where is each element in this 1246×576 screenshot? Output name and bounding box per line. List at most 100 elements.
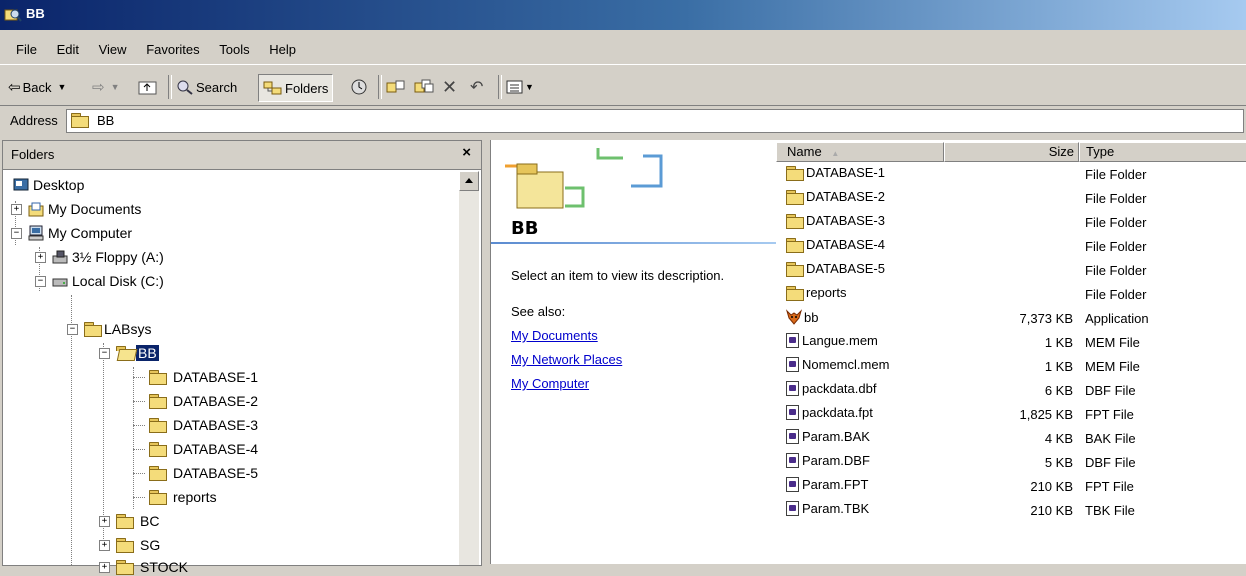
- up-folder-button[interactable]: [138, 77, 158, 97]
- folders-toggle-button[interactable]: Folders: [258, 74, 334, 102]
- collapse-toggle[interactable]: −: [35, 275, 46, 287]
- file-name: DATABASE-1: [806, 165, 885, 180]
- views-dropdown-icon[interactable]: ▼: [525, 82, 534, 92]
- file-name-cell: reports: [786, 285, 846, 301]
- link-my-network-places[interactable]: My Network Places: [511, 352, 622, 367]
- folder-icon: [116, 560, 134, 575]
- undo-button[interactable]: ↶: [470, 77, 483, 97]
- back-arrow-icon: ⇦: [8, 79, 21, 96]
- link-my-computer[interactable]: My Computer: [511, 376, 589, 391]
- column-header-size[interactable]: Size: [944, 142, 1079, 162]
- expand-toggle[interactable]: +: [11, 203, 22, 215]
- folders-scrollbar[interactable]: [459, 171, 479, 565]
- tree-item-stock[interactable]: + STOCK: [99, 558, 188, 576]
- menu-edit[interactable]: Edit: [49, 38, 87, 61]
- title-underline: [491, 242, 776, 244]
- views-button[interactable]: ▼: [506, 77, 534, 97]
- tree-item-my-documents[interactable]: + My Documents: [11, 198, 141, 220]
- tree-item-reports[interactable]: reports: [149, 486, 217, 508]
- address-input[interactable]: BB: [66, 109, 1244, 133]
- folder-icon: [71, 113, 89, 128]
- tree-item-database-4[interactable]: DATABASE-4: [149, 438, 258, 460]
- tree-item-database-3[interactable]: DATABASE-3: [149, 414, 258, 436]
- tree-item-bb[interactable]: − BB: [99, 342, 159, 364]
- file-type: FPT File: [1085, 479, 1134, 494]
- scroll-up-icon[interactable]: [459, 171, 479, 191]
- tree-item-sg[interactable]: + SG: [99, 534, 160, 556]
- file-name: DATABASE-2: [806, 189, 885, 204]
- expand-toggle[interactable]: +: [99, 539, 110, 551]
- table-row[interactable]: DATABASE-5 File Folder: [776, 258, 1246, 282]
- menu-file[interactable]: File: [8, 38, 45, 61]
- file-name: Param.FPT: [802, 477, 869, 492]
- tree-item-database-2[interactable]: DATABASE-2: [149, 390, 258, 412]
- table-row[interactable]: bb 7,373 KB Application: [776, 306, 1246, 330]
- collapse-toggle[interactable]: −: [99, 347, 110, 359]
- table-row[interactable]: Param.FPT 210 KB FPT File: [776, 474, 1246, 498]
- table-row[interactable]: packdata.fpt 1,825 KB FPT File: [776, 402, 1246, 426]
- collapse-toggle[interactable]: −: [67, 323, 78, 335]
- tree-item-database-5[interactable]: DATABASE-5: [149, 462, 258, 484]
- tree-item-desktop[interactable]: Desktop: [13, 174, 84, 196]
- tree-item-bc[interactable]: + BC: [99, 510, 159, 532]
- description-text: Select an item to view its description.: [511, 268, 725, 283]
- file-name: packdata.dbf: [802, 381, 877, 396]
- column-header-name[interactable]: Name ▲: [776, 142, 944, 162]
- forward-arrow-icon: ⇨: [92, 79, 105, 96]
- tree-item-database-1[interactable]: DATABASE-1: [149, 366, 258, 388]
- back-dropdown-icon[interactable]: ▼: [57, 82, 66, 92]
- expand-toggle[interactable]: +: [99, 561, 110, 573]
- expand-toggle[interactable]: +: [35, 251, 46, 263]
- file-name-cell: DATABASE-1: [786, 165, 885, 181]
- menu-favorites[interactable]: Favorites: [138, 38, 207, 61]
- table-row[interactable]: DATABASE-2 File Folder: [776, 186, 1246, 210]
- move-to-button[interactable]: [386, 77, 406, 97]
- link-my-documents[interactable]: My Documents: [511, 328, 598, 343]
- content-pane: BB Select an item to view its descriptio…: [490, 140, 1246, 564]
- file-name-cell: packdata.dbf: [786, 381, 876, 396]
- folder-icon: [149, 466, 167, 481]
- tree-item-label: DATABASE-2: [173, 393, 259, 409]
- table-row[interactable]: Langue.mem 1 KB MEM File: [776, 330, 1246, 354]
- file-name-cell: packdata.fpt: [786, 405, 873, 420]
- forward-button[interactable]: ⇨ ▼: [92, 77, 120, 97]
- forward-dropdown-icon[interactable]: ▼: [111, 82, 120, 92]
- menu-view[interactable]: View: [91, 38, 135, 61]
- copy-to-button[interactable]: [414, 77, 434, 97]
- tree-item-local-disk[interactable]: − Local Disk (C:): [35, 270, 164, 292]
- folder-open-icon: [116, 346, 134, 360]
- menu-bar: File Edit View Favorites Tools Help: [0, 36, 1246, 60]
- file-icon: [786, 405, 799, 420]
- tree-item-label: DATABASE-1: [173, 369, 259, 385]
- expand-toggle[interactable]: +: [99, 515, 110, 527]
- history-button[interactable]: [350, 77, 368, 97]
- tree-item-my-computer[interactable]: − My Computer: [11, 222, 132, 244]
- table-row[interactable]: Param.TBK 210 KB TBK File: [776, 498, 1246, 522]
- tree-item-label-selected: BB: [136, 345, 159, 361]
- column-header-type[interactable]: Type: [1079, 142, 1246, 162]
- delete-button[interactable]: ✕: [442, 77, 457, 97]
- collapse-toggle[interactable]: −: [11, 227, 22, 239]
- table-row[interactable]: DATABASE-4 File Folder: [776, 234, 1246, 258]
- table-row[interactable]: DATABASE-1 File Folder: [776, 162, 1246, 186]
- file-size: 7,373 KB: [1019, 311, 1074, 326]
- web-view-panel: BB Select an item to view its descriptio…: [491, 140, 776, 564]
- table-row[interactable]: Param.DBF 5 KB DBF File: [776, 450, 1246, 474]
- menu-help[interactable]: Help: [261, 38, 304, 61]
- table-row[interactable]: packdata.dbf 6 KB DBF File: [776, 378, 1246, 402]
- search-button[interactable]: Search: [176, 77, 237, 97]
- close-icon[interactable]: ×: [462, 144, 471, 161]
- table-row[interactable]: Param.BAK 4 KB BAK File: [776, 426, 1246, 450]
- tree-item-floppy[interactable]: + 3½ Floppy (A:): [35, 246, 164, 268]
- table-row[interactable]: Nomemcl.mem 1 KB MEM File: [776, 354, 1246, 378]
- file-size: 1 KB: [1044, 359, 1073, 374]
- table-row[interactable]: reports File Folder: [776, 282, 1246, 306]
- menu-tools[interactable]: Tools: [211, 38, 257, 61]
- tree-item-labsys[interactable]: − LABsys: [67, 318, 151, 340]
- folders-pane-header: Folders ×: [3, 141, 481, 170]
- back-button[interactable]: ⇦ Back ▼: [8, 77, 66, 97]
- up-folder-icon: [138, 81, 157, 95]
- title-bar: BB: [0, 0, 1246, 30]
- folder-icon: [786, 261, 804, 277]
- table-row[interactable]: DATABASE-3 File Folder: [776, 210, 1246, 234]
